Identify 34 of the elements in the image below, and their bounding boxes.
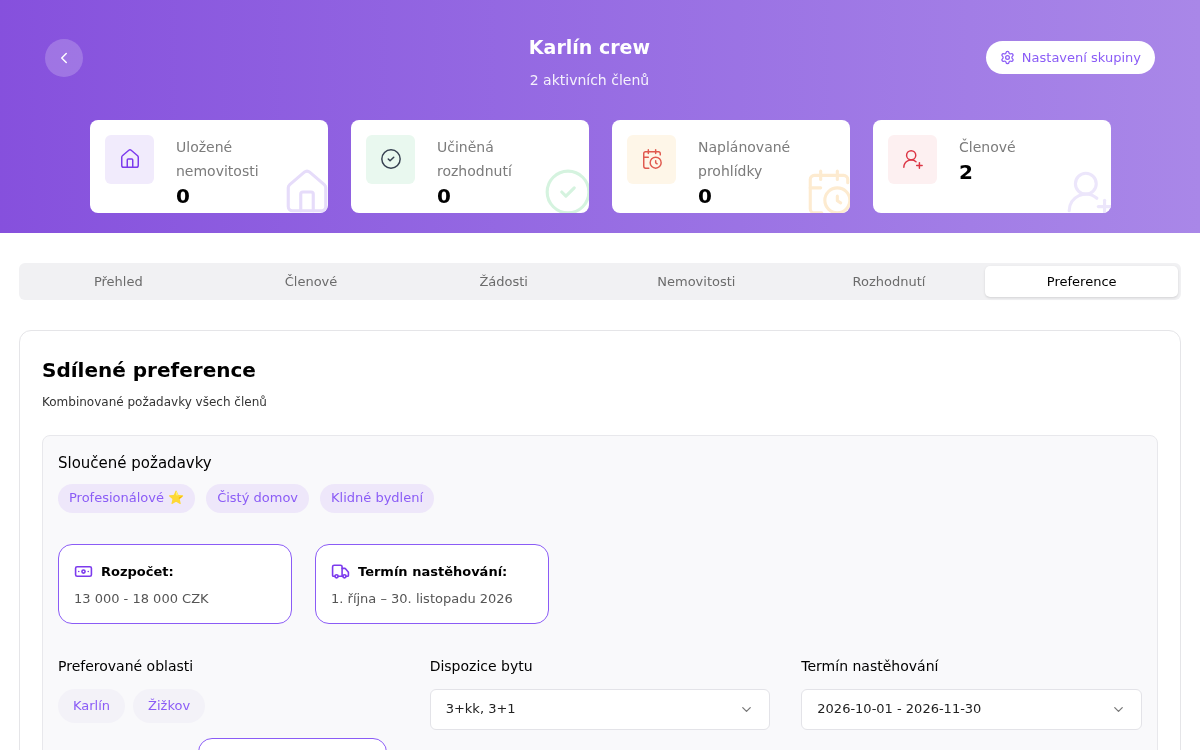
tag: Klidné bydlení: [320, 483, 435, 513]
stat-label: Učiněná rozhodnutí: [437, 137, 513, 181]
tab[interactable]: Žádosti: [407, 266, 600, 297]
area-chip: Karlín: [58, 688, 126, 723]
stat-label: Naplánované prohlídky: [698, 137, 792, 181]
settings-button[interactable]: Nastavení skupiny: [985, 41, 1155, 74]
tab[interactable]: Přehled: [22, 266, 215, 297]
stat-value: 2: [959, 158, 974, 185]
tab[interactable]: Nemovitosti: [600, 266, 793, 297]
field-label: Dispozice bytu: [429, 656, 534, 676]
info-value: 1. října – 30. listopadu 2026: [331, 590, 514, 608]
group-title: Karlín crew: [528, 35, 650, 60]
panel-title: Sloučené požadavky: [58, 453, 213, 474]
tab[interactable]: Preference: [985, 266, 1179, 297]
stat-label: Uložené nemovitosti: [176, 137, 260, 181]
stat-label: Členové: [959, 137, 1017, 157]
member-count: 2 aktivních členů: [529, 70, 650, 90]
section-title: Sdílené preference: [42, 357, 257, 384]
select-field[interactable]: 2026-10-01 - 2026-11-30: [801, 688, 1142, 730]
tab[interactable]: Rozhodnutí: [792, 266, 986, 297]
stat-value: 0: [437, 182, 452, 209]
area-chip: Žižkov: [133, 688, 206, 723]
stat-value: 0: [698, 182, 713, 209]
tag: Profesionálové ⭐: [58, 483, 196, 513]
tag: Čistý domov: [206, 483, 310, 513]
info-value: 13 000 - 18 000 CZK: [74, 590, 210, 608]
info-title: Rozpočet:: [101, 562, 174, 581]
field-label: Termín nastěhování: [801, 656, 940, 676]
section-subtitle: Kombinované požadavky všech členů: [42, 394, 268, 411]
field-label: Preferované oblasti: [58, 656, 195, 676]
stat-value: 0: [176, 182, 191, 209]
select-field[interactable]: 3+kk, 3+1: [429, 688, 771, 730]
info-title: Termín nastěhování:: [358, 562, 508, 581]
tab[interactable]: Členové: [214, 266, 408, 297]
